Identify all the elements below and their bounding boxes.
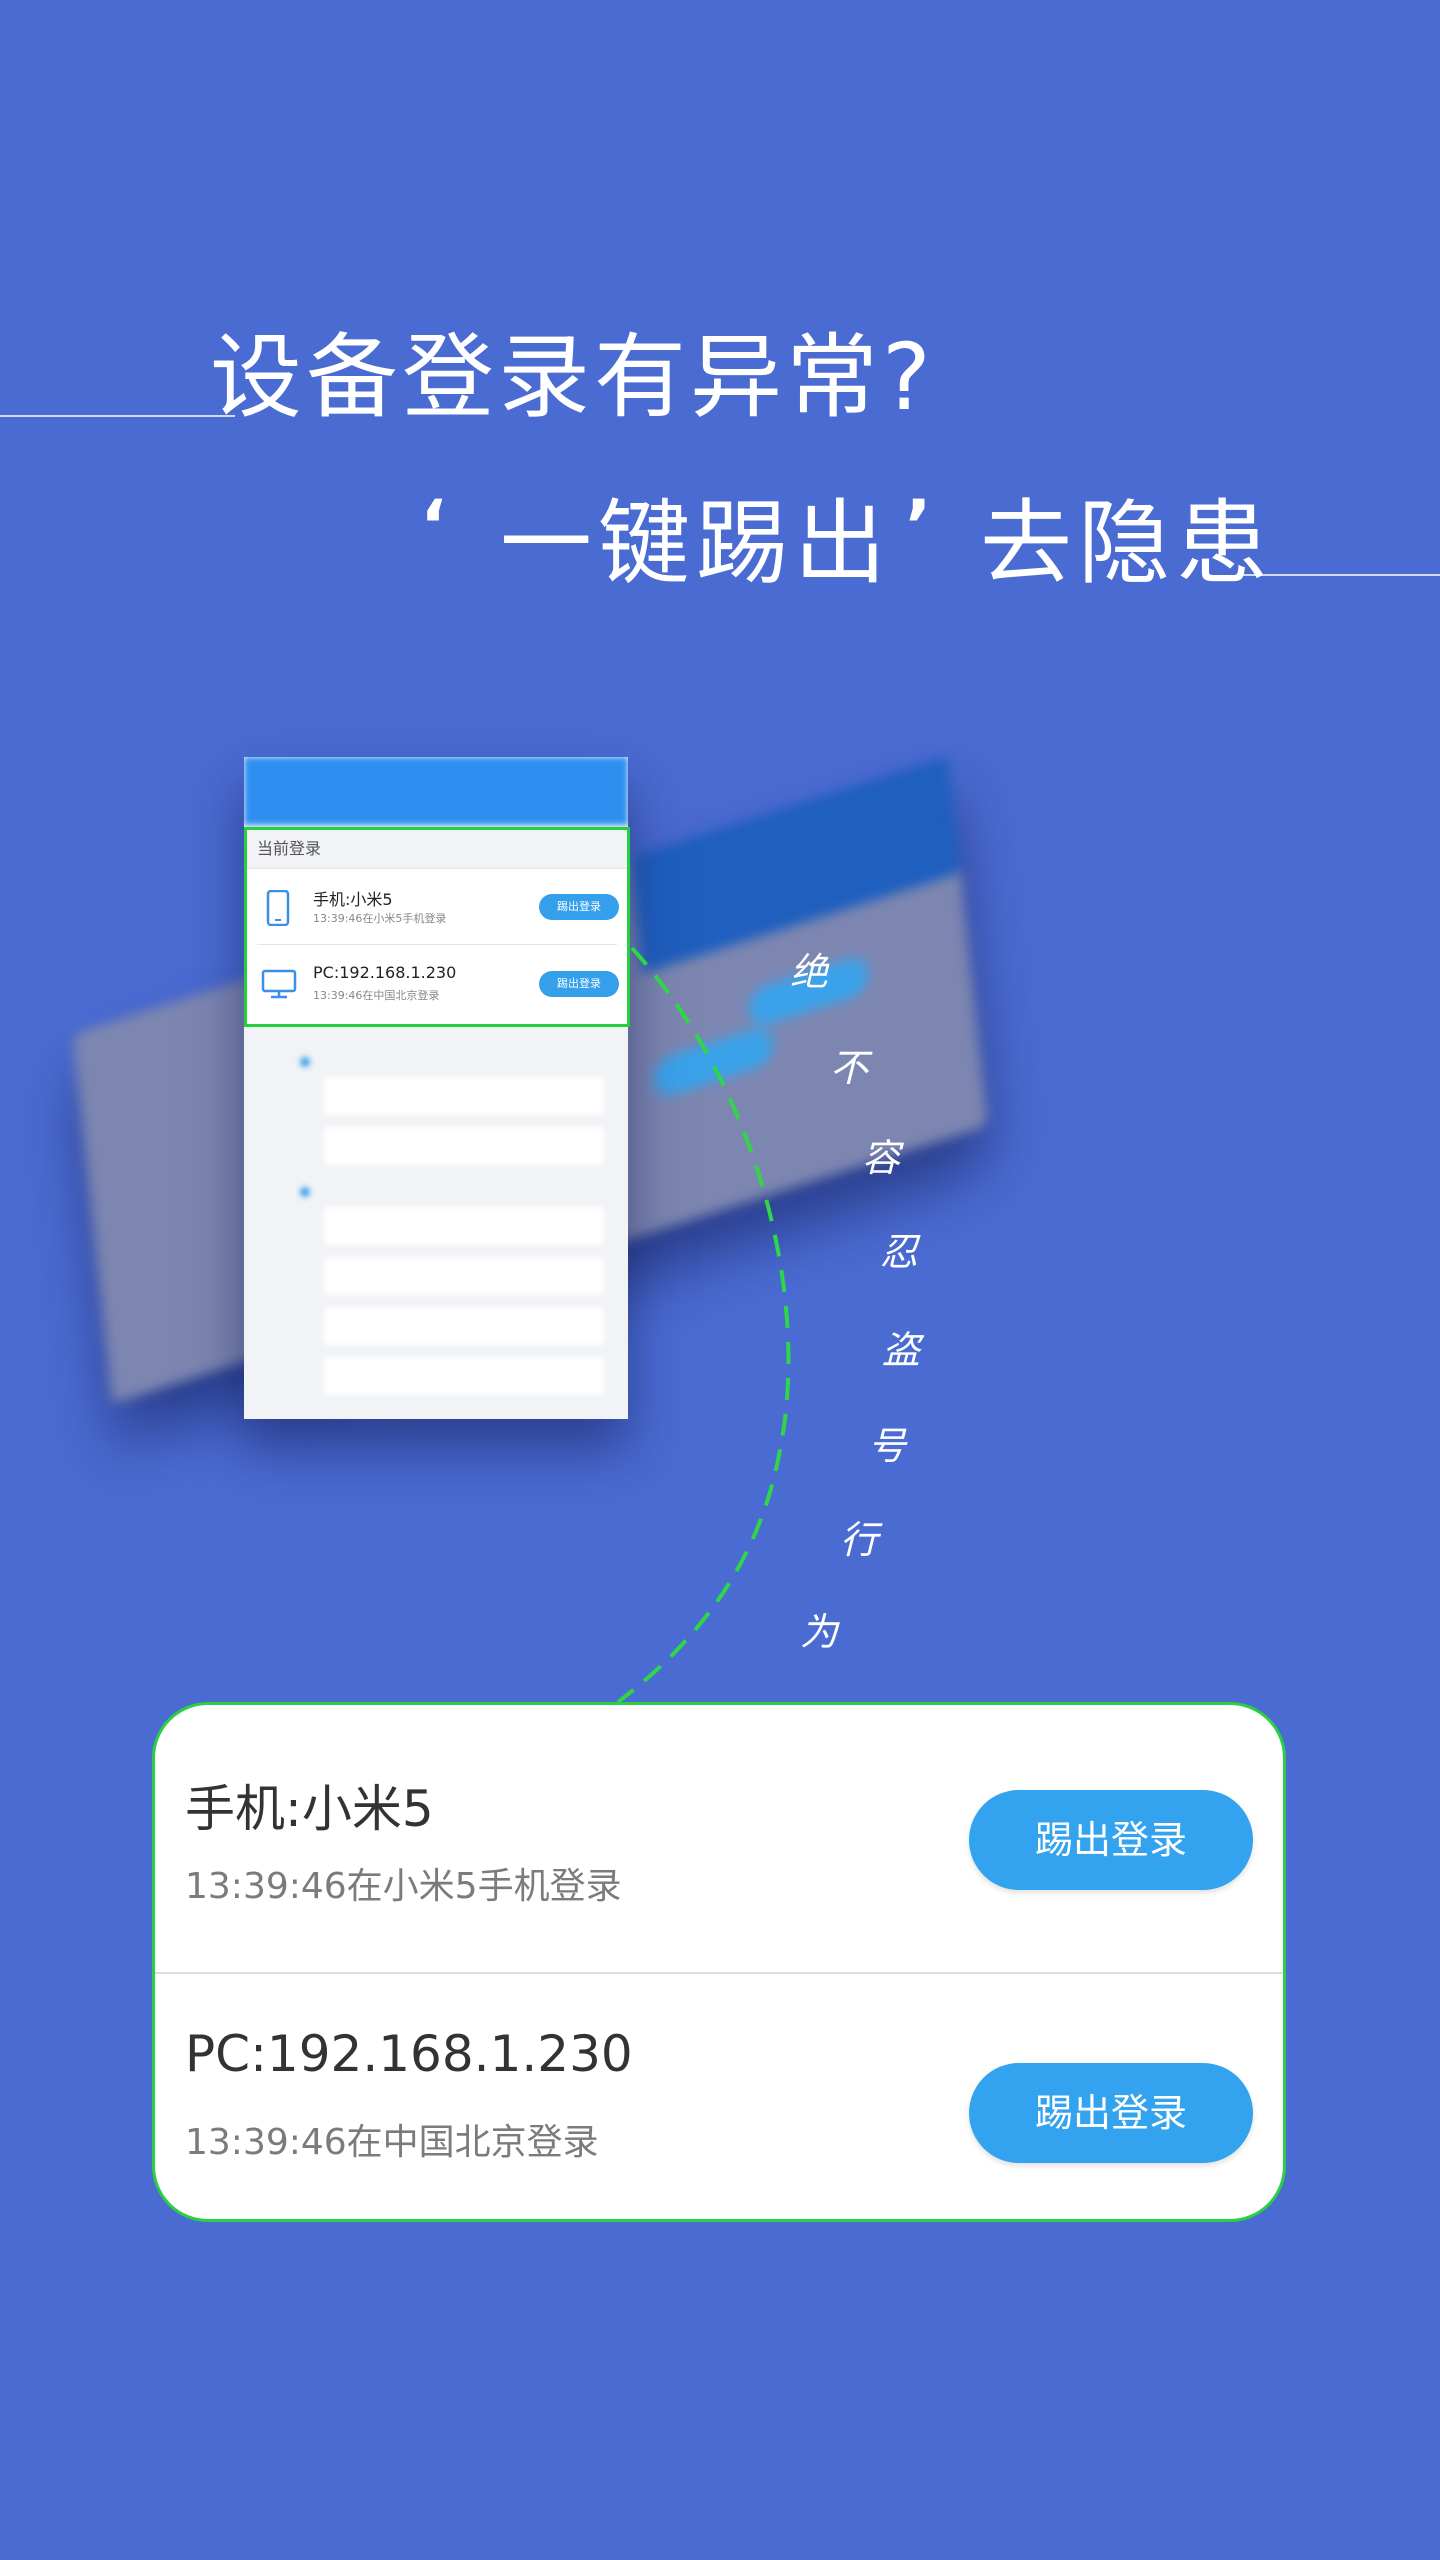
slogan-char: 容 bbox=[862, 1136, 901, 1180]
slogan-char: 不 bbox=[830, 1046, 869, 1090]
device-login-info: 13:39:46在中国北京登录 bbox=[185, 2122, 599, 2163]
device-login-card: 手机:小米5 13:39:46在小米5手机登录 踢出登录 PC:192.168.… bbox=[152, 1702, 1286, 2222]
kick-out-button[interactable]: 踢出登录 bbox=[969, 1790, 1253, 1890]
device-login-info: 13:39:46在小米5手机登录 bbox=[185, 1866, 622, 1907]
device-title: PC:192.168.1.230 bbox=[185, 2025, 633, 2083]
slogan-char: 盗 bbox=[882, 1328, 921, 1372]
device-row-phone: 手机:小米5 13:39:46在小米5手机登录 踢出登录 bbox=[155, 1705, 1283, 1961]
slogan-char: 为 bbox=[800, 1610, 839, 1654]
device-row-pc: PC:192.168.1.230 13:39:46在中国北京登录 踢出登录 bbox=[155, 1973, 1283, 2219]
device-title: 手机:小米5 bbox=[185, 1780, 434, 1838]
slogan-char: 号 bbox=[868, 1424, 907, 1468]
kick-out-button[interactable]: 踢出登录 bbox=[969, 2063, 1253, 2163]
slogan-char: 忍 bbox=[880, 1230, 919, 1274]
slogan-char: 行 bbox=[840, 1518, 879, 1562]
slogan-char: 绝 bbox=[790, 950, 829, 994]
